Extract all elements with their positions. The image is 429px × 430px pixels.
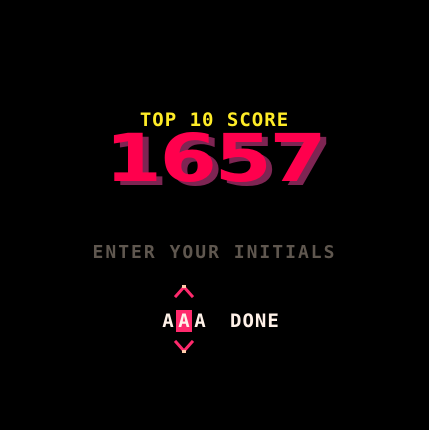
arrow-down-icon[interactable] [173, 340, 195, 354]
score-display: 1657 1657 [0, 126, 429, 200]
initial-slot-3[interactable]: A [193, 311, 207, 331]
done-button[interactable]: DONE [230, 311, 280, 331]
initial-slot-2[interactable]: A [177, 311, 191, 331]
enter-initials-prompt: ENTER YOUR INITIALS [92, 242, 337, 263]
initial-slot-1[interactable]: A [161, 311, 175, 331]
score-value: 1657 [104, 120, 327, 197]
arrow-up-icon[interactable] [173, 284, 195, 298]
game-screen: TOP 10 SCORE 1657 1657 ENTER YOUR INITIA… [0, 0, 429, 430]
